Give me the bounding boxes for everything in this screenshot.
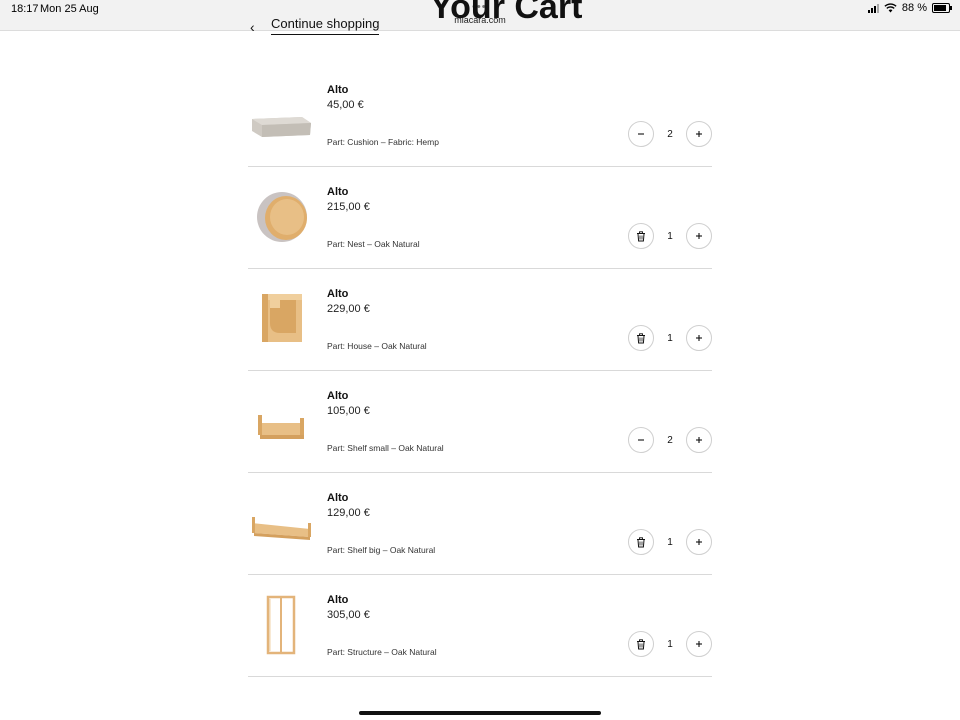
increase-quantity-button[interactable] <box>686 427 712 453</box>
quantity-stepper: 1 <box>628 529 712 557</box>
delete-item-button[interactable] <box>628 325 654 351</box>
product-image-shelf-small[interactable] <box>248 385 316 457</box>
increase-quantity-button[interactable] <box>686 529 712 555</box>
item-part: Part: Shelf big – Oak Natural <box>327 545 436 555</box>
item-price: 215,00 € <box>327 201 370 213</box>
plus-icon <box>696 131 702 137</box>
quantity-value: 1 <box>667 537 673 548</box>
cart-item: Alto 45,00 € Part: Cushion – Fabric: Hem… <box>248 65 712 167</box>
minus-icon <box>638 133 644 135</box>
item-price: 129,00 € <box>327 507 370 519</box>
item-name[interactable]: Alto <box>327 492 348 504</box>
cart-item: Alto 305,00 € Part: Structure – Oak Natu… <box>248 575 712 677</box>
item-price: 45,00 € <box>327 99 364 111</box>
quantity-stepper: 2 <box>628 427 712 455</box>
battery-icon <box>932 3 952 13</box>
product-image-shelf-big[interactable] <box>248 487 316 559</box>
trash-icon <box>637 536 645 547</box>
decrease-quantity-button[interactable] <box>628 427 654 453</box>
quantity-value: 1 <box>667 333 673 344</box>
item-part: Part: Cushion – Fabric: Hemp <box>327 137 439 147</box>
item-name[interactable]: Alto <box>327 288 348 300</box>
item-name[interactable]: Alto <box>327 186 348 198</box>
quantity-stepper: 2 <box>628 121 712 149</box>
item-name[interactable]: Alto <box>327 390 348 402</box>
quantity-value: 1 <box>667 639 673 650</box>
plus-icon <box>696 233 702 239</box>
quantity-stepper: 1 <box>628 223 712 251</box>
cart-item: Alto 105,00 € Part: Shelf small – Oak Na… <box>248 371 712 473</box>
plus-icon <box>696 641 702 647</box>
page-title: Your Cart <box>430 0 583 26</box>
item-name[interactable]: Alto <box>327 594 348 606</box>
item-part: Part: Shelf small – Oak Natural <box>327 443 444 453</box>
decrease-quantity-button[interactable] <box>628 121 654 147</box>
item-part: Part: Structure – Oak Natural <box>327 647 437 657</box>
continue-shopping-link[interactable]: Continue shopping <box>271 14 380 35</box>
plus-icon <box>696 335 702 341</box>
chevron-left-icon[interactable]: ‹ <box>250 17 255 37</box>
delete-item-button[interactable] <box>628 529 654 555</box>
plus-icon <box>696 437 702 443</box>
cart-item: Alto 229,00 € Part: House – Oak Natural … <box>248 269 712 371</box>
product-image-cushion[interactable] <box>248 79 316 151</box>
cellular-signal-icon <box>867 3 879 13</box>
item-price: 105,00 € <box>327 405 370 417</box>
status-date: Mon 25 Aug <box>40 3 99 15</box>
delete-item-button[interactable] <box>628 631 654 657</box>
quantity-stepper: 1 <box>628 631 712 659</box>
status-right: 88 % <box>867 2 952 14</box>
cart-item: Alto 129,00 € Part: Shelf big – Oak Natu… <box>248 473 712 575</box>
cart-list: Alto 45,00 € Part: Cushion – Fabric: Hem… <box>248 65 712 677</box>
quantity-stepper: 1 <box>628 325 712 353</box>
trash-icon <box>637 332 645 343</box>
product-image-structure[interactable] <box>248 589 316 661</box>
product-image-house[interactable] <box>248 283 316 355</box>
increase-quantity-button[interactable] <box>686 121 712 147</box>
item-part: Part: Nest – Oak Natural <box>327 239 420 249</box>
product-image-nest[interactable] <box>248 181 316 253</box>
item-name[interactable]: Alto <box>327 84 348 96</box>
quantity-value: 1 <box>667 231 673 242</box>
quantity-value: 2 <box>667 129 673 140</box>
quantity-value: 2 <box>667 435 673 446</box>
battery-percent: 88 % <box>901 2 927 14</box>
item-price: 305,00 € <box>327 609 370 621</box>
increase-quantity-button[interactable] <box>686 223 712 249</box>
increase-quantity-button[interactable] <box>686 325 712 351</box>
delete-item-button[interactable] <box>628 223 654 249</box>
item-part: Part: House – Oak Natural <box>327 341 427 351</box>
cart-item: Alto 215,00 € Part: Nest – Oak Natural 1 <box>248 167 712 269</box>
wifi-icon <box>884 3 897 13</box>
plus-icon <box>696 539 702 545</box>
minus-icon <box>638 439 644 441</box>
home-indicator[interactable] <box>359 711 601 715</box>
item-price: 229,00 € <box>327 303 370 315</box>
increase-quantity-button[interactable] <box>686 631 712 657</box>
trash-icon <box>637 638 645 649</box>
status-time: 18:17 <box>11 3 39 15</box>
trash-icon <box>637 230 645 241</box>
